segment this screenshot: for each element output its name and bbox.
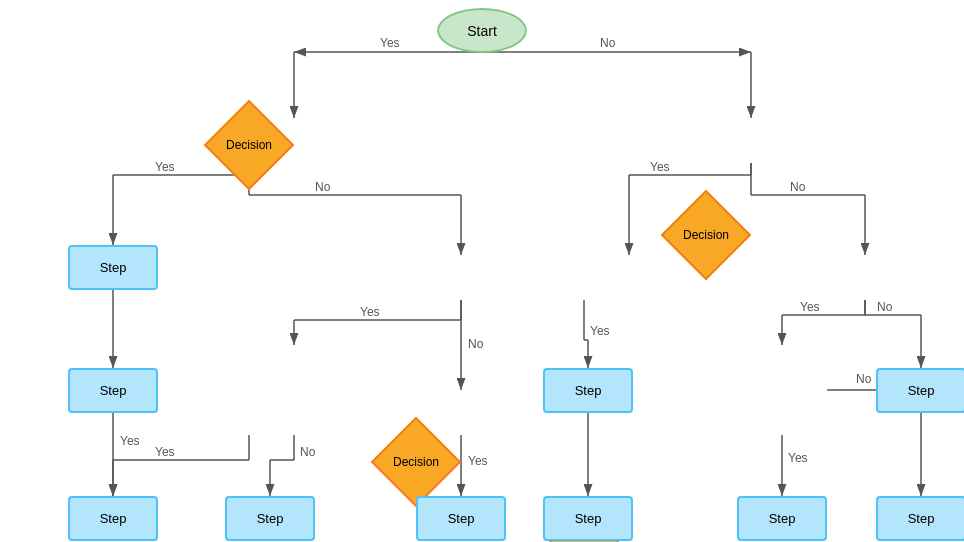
step-4-label: Step <box>908 383 935 398</box>
step-6-label: Step <box>257 511 284 526</box>
decision-3: Decision <box>371 417 461 507</box>
step-5: Step <box>68 496 158 541</box>
decision-4-label: Decision <box>539 507 629 542</box>
step-9: Step <box>737 496 827 541</box>
svg-text:No: No <box>468 337 484 351</box>
svg-text:No: No <box>877 300 893 314</box>
decision-2-label: Decision <box>661 190 751 280</box>
svg-text:Yes: Yes <box>120 434 140 448</box>
svg-text:Yes: Yes <box>590 324 610 338</box>
decision-4: Decision <box>539 507 629 542</box>
step-1-label: Step <box>100 260 127 275</box>
decision-1: Decision <box>204 100 294 190</box>
decision-2: Decision <box>661 190 751 280</box>
svg-text:No: No <box>315 180 331 194</box>
svg-text:Yes: Yes <box>800 300 820 314</box>
svg-text:No: No <box>300 445 316 459</box>
step-2-label: Step <box>100 383 127 398</box>
step-2: Step <box>68 368 158 413</box>
svg-text:No: No <box>790 180 806 194</box>
svg-text:Yes: Yes <box>650 160 670 174</box>
step-1: Step <box>68 245 158 290</box>
step-5-label: Step <box>100 511 127 526</box>
decision-1-label: Decision <box>204 100 294 190</box>
svg-text:Yes: Yes <box>468 454 488 468</box>
step-10: Step <box>876 496 964 541</box>
svg-text:Yes: Yes <box>788 451 808 465</box>
svg-text:Yes: Yes <box>360 305 380 319</box>
step-9-label: Step <box>769 511 796 526</box>
svg-text:Yes: Yes <box>155 445 175 459</box>
step-3-label: Step <box>575 383 602 398</box>
step-10-label: Step <box>908 511 935 526</box>
start-node: Start <box>437 8 527 53</box>
svg-text:Yes: Yes <box>380 36 400 50</box>
svg-text:No: No <box>856 372 872 386</box>
step-6: Step <box>225 496 315 541</box>
step-4: Step <box>876 368 964 413</box>
decision-3-label: Decision <box>371 417 461 507</box>
svg-text:No: No <box>600 36 616 50</box>
step-3: Step <box>543 368 633 413</box>
start-label: Start <box>467 23 497 39</box>
step-7-label: Step <box>448 511 475 526</box>
svg-text:Yes: Yes <box>155 160 175 174</box>
